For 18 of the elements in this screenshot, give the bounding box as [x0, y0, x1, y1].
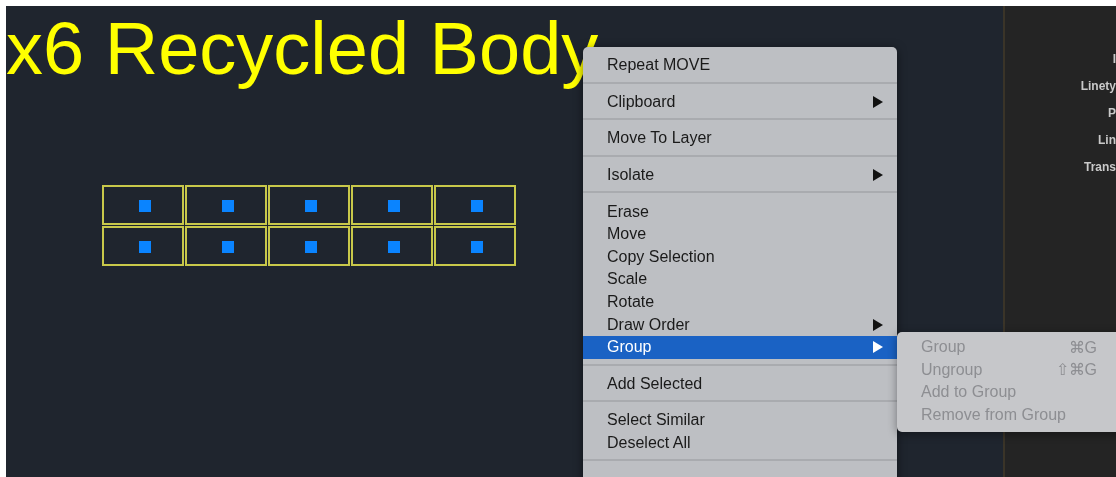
menu-item[interactable]: Deselect All: [583, 431, 897, 455]
menu-item[interactable]: Scale: [583, 268, 897, 291]
menu-item[interactable]: Group: [583, 335, 897, 359]
menu-item[interactable]: Rotate: [583, 290, 897, 314]
menu-item[interactable]: Isolate: [583, 163, 897, 187]
menu-item[interactable]: Clipboard: [583, 90, 897, 114]
menu-item[interactable]: Select Similar: [583, 409, 897, 432]
property-label: Lin: [1098, 132, 1116, 149]
property-label: Trans: [1084, 159, 1116, 176]
property-label: P: [1108, 105, 1116, 122]
menu-item[interactable]: Move To Layer: [583, 127, 897, 150]
menu-item[interactable]: Copy Selection: [583, 245, 897, 269]
menu-item[interactable]: Move: [583, 222, 897, 246]
property-label: I: [1112, 51, 1116, 68]
menu-item[interactable]: Draw Order: [583, 313, 897, 336]
menu-item[interactable]: Erase: [583, 200, 897, 223]
property-label: Linety: [1080, 78, 1116, 95]
menu-item[interactable]: Add Selected: [583, 372, 897, 396]
